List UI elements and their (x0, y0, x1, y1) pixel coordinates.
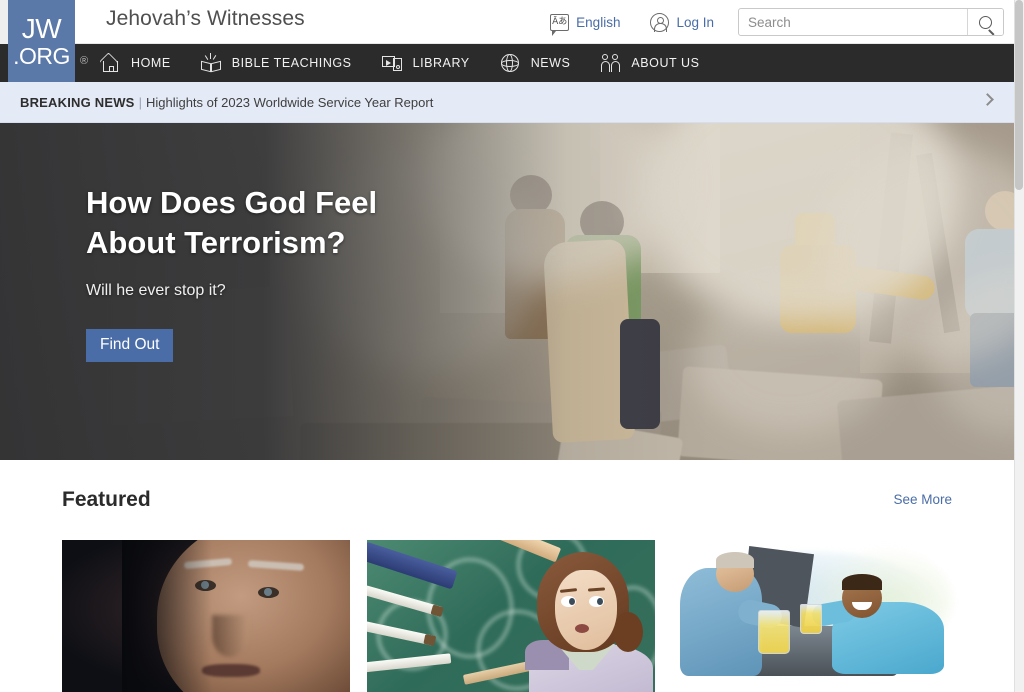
language-label: English (576, 14, 621, 30)
see-more-link[interactable]: See More (893, 492, 952, 507)
logo-text-org: .ORG (13, 42, 70, 69)
chevron-right-icon[interactable] (981, 93, 994, 106)
hero-title: How Does God Feel About Terrorism? (86, 185, 378, 260)
main-navigation: HOME BIBLE TEACHINGS LIBRARY NEWS ABOUT … (0, 44, 1014, 82)
nav-label-library: LIBRARY (412, 56, 470, 70)
featured-card-lemonade[interactable] (672, 540, 960, 692)
people-icon (600, 53, 622, 73)
search-submit-button[interactable] (967, 9, 1003, 35)
search-input[interactable] (739, 9, 967, 35)
breaking-news-bar[interactable]: BREAKING NEWS | Highlights of 2023 Worldwi… (0, 82, 1014, 123)
globe-icon (500, 53, 522, 73)
language-selector[interactable]: Āあ English (550, 13, 621, 36)
nav-item-news[interactable]: NEWS (500, 53, 571, 73)
featured-card-list (62, 540, 960, 692)
hero-copy: How Does God Feel About Terrorism? Will … (86, 183, 416, 363)
nav-item-home[interactable]: HOME (99, 52, 171, 73)
featured-section: Featured See More (0, 460, 1014, 692)
site-header: Jehovah’s Witnesses Āあ English Log In (0, 0, 1014, 44)
breaking-news-separator: | (138, 94, 142, 110)
search-icon (979, 15, 992, 29)
find-out-button[interactable]: Find Out (86, 329, 174, 363)
logo-text-jw: JW (21, 12, 62, 44)
header-right-cluster: Āあ English Log In (550, 0, 1004, 44)
registered-trademark-mark: ® (80, 55, 89, 67)
breaking-news-text: BREAKING NEWS | Highlights of 2023 Worldwi… (20, 95, 433, 110)
breaking-news-label: BREAKING NEWS (20, 94, 135, 110)
home-icon (99, 52, 122, 73)
language-icon-glyph: Āあ (552, 16, 568, 27)
nav-item-about-us[interactable]: ABOUT US (600, 53, 699, 73)
jw-org-logo[interactable]: JW .ORG (8, 0, 75, 82)
breaking-news-headline: Highlights of 2023 Worldwide Service Yea… (145, 94, 434, 110)
user-icon (650, 12, 670, 32)
scrollbar-thumb[interactable] (1015, 0, 1023, 190)
hero-subtitle: Will he ever stop it? (86, 282, 226, 300)
login-label: Log In (676, 14, 714, 30)
search-box (738, 8, 1004, 36)
site-title: Jehovah’s Witnesses (106, 7, 305, 30)
nav-label-home: HOME (131, 56, 171, 70)
login-button[interactable]: Log In (650, 12, 714, 32)
nav-item-bible-teachings[interactable]: BIBLE TEACHINGS (200, 53, 352, 73)
nav-item-library[interactable]: LIBRARY (381, 53, 470, 73)
featured-card-smoking[interactable] (367, 540, 655, 692)
media-library-icon (381, 53, 404, 73)
jw-org-homepage: Jehovah’s Witnesses Āあ English Log In Se… (0, 0, 1024, 692)
language-icon: Āあ (550, 13, 570, 36)
nav-label-about-us: ABOUT US (631, 56, 700, 70)
hero-banner[interactable]: How Does God Feel About Terrorism? Will … (0, 123, 1014, 460)
page-scrollbar[interactable] (1014, 0, 1024, 692)
open-book-icon (200, 53, 223, 73)
nav-label-bible-teachings: BIBLE TEACHINGS (231, 56, 352, 70)
featured-heading: Featured (62, 488, 151, 511)
header-left-gutter (0, 0, 8, 44)
featured-card-elderly-man[interactable] (62, 540, 350, 692)
nav-label-news: NEWS (530, 56, 571, 70)
